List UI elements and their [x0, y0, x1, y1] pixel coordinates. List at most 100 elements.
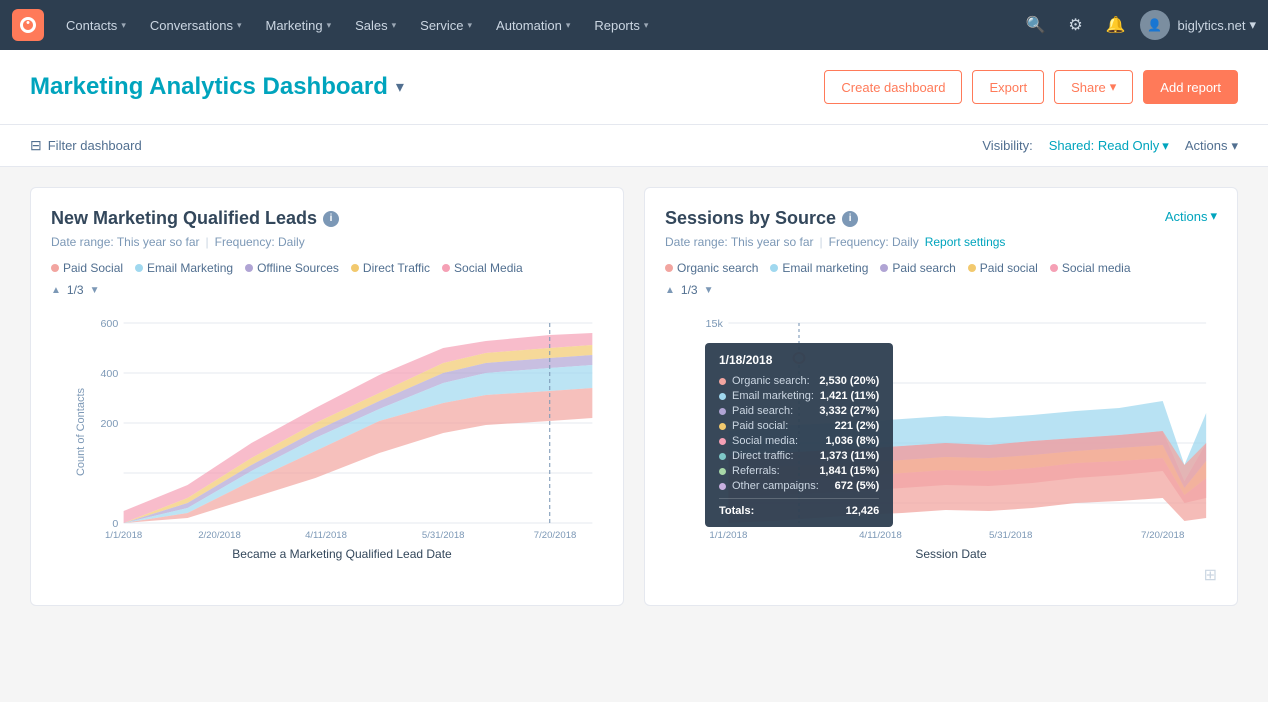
- page-down-icon[interactable]: ▼: [90, 285, 100, 296]
- right-card: Sessions by Source i Actions ▾ Date rang…: [644, 187, 1238, 606]
- legend-dot: [1050, 264, 1058, 272]
- navbar: Contacts▾ Conversations▾ Marketing▾ Sale…: [0, 0, 1268, 50]
- chevron-down-icon: ▾: [644, 20, 649, 31]
- create-dashboard-button[interactable]: Create dashboard: [824, 70, 962, 104]
- card-actions-button[interactable]: Actions ▾: [1165, 208, 1217, 224]
- avatar[interactable]: 👤: [1140, 10, 1170, 40]
- page-title: Marketing Analytics Dashboard: [30, 73, 388, 101]
- left-chart: 600 400 200 0: [81, 303, 603, 543]
- nav-sales[interactable]: Sales▾: [345, 12, 406, 39]
- legend-item: Paid search: [880, 261, 955, 275]
- left-card-header: New Marketing Qualified Leads i: [51, 208, 603, 235]
- account-name[interactable]: biglytics.net ▾: [1178, 17, 1256, 33]
- chevron-down-icon: ▾: [1249, 17, 1256, 33]
- settings-button[interactable]: ⚙: [1060, 9, 1092, 41]
- nav-contacts[interactable]: Contacts▾: [56, 12, 136, 39]
- nav-reports[interactable]: Reports▾: [584, 12, 658, 39]
- left-card-title: New Marketing Qualified Leads i: [51, 208, 339, 229]
- svg-text:5/31/2018: 5/31/2018: [989, 529, 1032, 540]
- legend-item: Organic search: [665, 261, 758, 275]
- svg-text:600: 600: [101, 319, 119, 330]
- page-up-icon[interactable]: ▲: [51, 285, 61, 296]
- filter-dashboard-button[interactable]: ⊟ Filter dashboard: [30, 137, 142, 154]
- legend-item: Email Marketing: [135, 261, 233, 275]
- chevron-down-icon: ▾: [392, 20, 397, 31]
- title-dropdown-icon[interactable]: ▾: [396, 77, 404, 97]
- left-chart-container: Count of Contacts 600 400 200 0: [51, 303, 603, 561]
- legend-item: Offline Sources: [245, 261, 339, 275]
- svg-text:5/31/2018: 5/31/2018: [422, 530, 465, 540]
- svg-text:400: 400: [101, 369, 119, 380]
- card-bottom: ⊞: [665, 565, 1217, 585]
- resize-handle[interactable]: ⊞: [1204, 565, 1217, 585]
- notifications-button[interactable]: 🔔: [1100, 9, 1132, 41]
- chevron-down-icon: ▾: [1210, 208, 1217, 224]
- right-legend: Organic search Email marketing Paid sear…: [665, 261, 1217, 275]
- legend-item: Social Media: [442, 261, 523, 275]
- x-axis-label: Became a Marketing Qualified Lead Date: [81, 547, 603, 561]
- legend-dot: [880, 264, 888, 272]
- header-actions: Create dashboard Export Share ▾ Add repo…: [824, 70, 1238, 104]
- legend-dot: [135, 264, 143, 272]
- chevron-down-icon: ▾: [327, 20, 332, 31]
- chevron-down-icon: ▾: [1231, 138, 1238, 154]
- legend-item: Social media: [1050, 261, 1131, 275]
- legend-dot: [442, 264, 450, 272]
- nav-service[interactable]: Service▾: [410, 12, 482, 39]
- legend-dot: [968, 264, 976, 272]
- actions-button[interactable]: Actions ▾: [1185, 138, 1238, 154]
- legend-item: Direct Traffic: [351, 261, 430, 275]
- main-content: New Marketing Qualified Leads i Date ran…: [0, 167, 1268, 626]
- nav-conversations[interactable]: Conversations▾: [140, 12, 252, 39]
- chevron-down-icon: ▾: [237, 20, 242, 31]
- chevron-down-icon: ▾: [566, 20, 571, 31]
- right-card-meta: Date range: This year so far | Frequency…: [665, 235, 1217, 249]
- legend-dot: [770, 264, 778, 272]
- info-icon[interactable]: i: [323, 211, 339, 227]
- left-card-meta: Date range: This year so far | Frequency…: [51, 235, 603, 249]
- share-button[interactable]: Share ▾: [1054, 70, 1133, 104]
- svg-text:7/20/2018: 7/20/2018: [1141, 529, 1184, 540]
- right-page-controls: ▲ 1/3 ▼: [665, 283, 1217, 297]
- add-report-button[interactable]: Add report: [1143, 70, 1238, 104]
- svg-text:4/11/2018: 4/11/2018: [859, 529, 902, 540]
- chevron-down-icon: ▾: [121, 20, 126, 31]
- report-settings-link[interactable]: Report settings: [925, 235, 1006, 249]
- right-chart: 1/18/2018 Organic search: 2,530 (20%) Em…: [685, 303, 1217, 543]
- nav-automation[interactable]: Automation▾: [486, 12, 580, 39]
- hubspot-logo[interactable]: [12, 9, 44, 41]
- svg-text:4/11/2018: 4/11/2018: [305, 530, 347, 540]
- right-card-header: Sessions by Source i Actions ▾: [665, 208, 1217, 235]
- right-chart-container: 1/18/2018 Organic search: 2,530 (20%) Em…: [665, 303, 1217, 561]
- svg-text:0: 0: [112, 519, 118, 530]
- svg-text:200: 200: [101, 419, 119, 430]
- legend-item: Paid social: [968, 261, 1038, 275]
- right-chart-svg: 15k 1/1/2018: [685, 303, 1217, 543]
- legend-dot: [351, 264, 359, 272]
- page-down-icon[interactable]: ▼: [704, 285, 714, 296]
- visibility-dropdown[interactable]: Shared: Read Only ▾: [1049, 138, 1169, 154]
- left-card: New Marketing Qualified Leads i Date ran…: [30, 187, 624, 606]
- x-axis-label: Session Date: [685, 547, 1217, 561]
- left-page-controls: ▲ 1/3 ▼: [51, 283, 603, 297]
- export-button[interactable]: Export: [972, 70, 1044, 104]
- legend-dot: [245, 264, 253, 272]
- svg-text:2/20/2018: 2/20/2018: [198, 530, 241, 540]
- legend-item: Paid Social: [51, 261, 123, 275]
- legend-item: Email marketing: [770, 261, 868, 275]
- left-chart-svg: 600 400 200 0: [81, 303, 603, 543]
- svg-text:1/1/2018: 1/1/2018: [105, 530, 142, 540]
- info-icon[interactable]: i: [842, 211, 858, 227]
- svg-text:15k: 15k: [706, 319, 724, 330]
- chevron-down-icon: ▾: [468, 20, 473, 31]
- svg-text:7/20/2018: 7/20/2018: [534, 530, 577, 540]
- nav-marketing[interactable]: Marketing▾: [255, 12, 341, 39]
- page-header: Marketing Analytics Dashboard ▾ Create d…: [0, 50, 1268, 125]
- filter-right: Visibility: Shared: Read Only ▾ Actions …: [982, 138, 1238, 154]
- chevron-down-icon: ▾: [1110, 79, 1117, 95]
- filter-bar: ⊟ Filter dashboard Visibility: Shared: R…: [0, 125, 1268, 167]
- filter-icon: ⊟: [30, 137, 42, 154]
- search-button[interactable]: 🔍: [1020, 9, 1052, 41]
- page-up-icon[interactable]: ▲: [665, 285, 675, 296]
- title-group: Marketing Analytics Dashboard ▾: [30, 73, 404, 101]
